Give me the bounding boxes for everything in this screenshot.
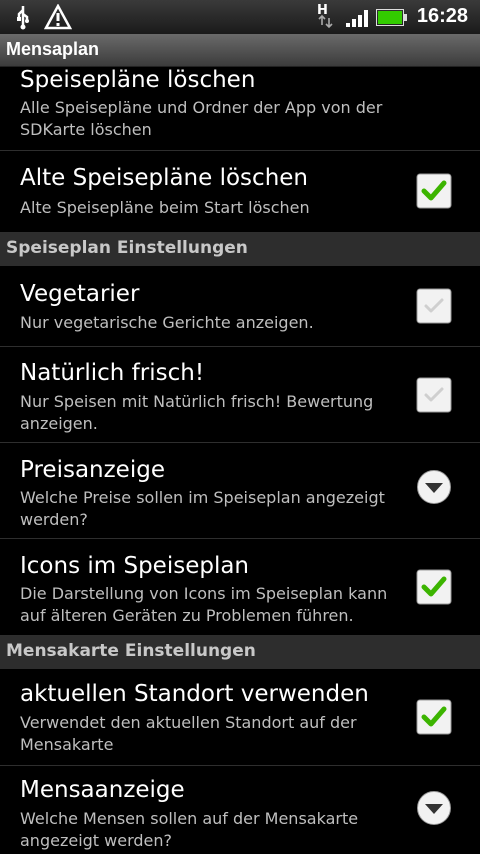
pref-title: Vegetarier (20, 281, 140, 307)
status-bar: H 16:28 (0, 0, 480, 34)
pref-title: Alte Speisepläne löschen (20, 165, 308, 191)
pref-title: Natürlich frisch! (20, 360, 205, 386)
pref-item-icons[interactable]: Icons im Speiseplan Die Darstellung von … (0, 539, 480, 636)
warning-icon (44, 4, 72, 30)
clock: 16:28 (416, 5, 468, 27)
section-header-label: Mensakarte Einstellungen (6, 641, 256, 661)
pref-item-vegetarian[interactable]: Vegetarier Nur vegetarische Gerichte anz… (0, 266, 480, 347)
checkbox-checked-icon[interactable] (416, 569, 452, 605)
pref-item-delete-plans[interactable]: Speisepläne löschen Alle Speisepläne und… (0, 67, 480, 151)
pref-item-use-location[interactable]: aktuellen Standort verwenden Verwendet d… (0, 669, 480, 766)
app-title: Mensaplan (6, 39, 100, 59)
checkbox-unchecked-icon[interactable] (416, 288, 452, 324)
pref-item-delete-old-plans[interactable]: Alte Speisepläne löschen Alte Speiseplän… (0, 151, 480, 233)
pref-summary: Verwendet den aktuellen Standort auf der… (20, 713, 357, 754)
pref-summary: Nur vegetarische Gerichte anzeigen. (20, 313, 314, 332)
checkbox-checked-icon[interactable] (416, 699, 452, 735)
title-bar: Mensaplan (0, 34, 480, 67)
pref-title: Icons im Speiseplan (20, 553, 250, 579)
network-h-icon: H (317, 3, 333, 29)
pref-summary: Welche Mensen sollen auf der Mensakarte … (20, 809, 359, 850)
preferences-list[interactable]: Speisepläne löschen Alle Speisepläne und… (0, 67, 480, 854)
pref-summary: Die Darstellung von Icons im Speiseplan … (20, 584, 388, 625)
signal-icon (346, 10, 368, 27)
pref-summary: Welche Preise sollen im Speiseplan angez… (20, 488, 385, 529)
pref-title: Mensaanzeige (20, 777, 185, 803)
pref-item-natural-fresh[interactable]: Natürlich frisch! Nur Speisen mit Natürl… (0, 347, 480, 443)
chevron-down-icon[interactable] (416, 469, 452, 505)
checkbox-unchecked-icon[interactable] (416, 377, 452, 413)
battery-icon (376, 9, 407, 26)
section-header-mensakarte: Mensakarte Einstellungen (0, 636, 480, 669)
pref-item-price-display[interactable]: Preisanzeige Welche Preise sollen im Spe… (0, 443, 480, 539)
checkbox-checked-icon[interactable] (416, 173, 452, 209)
chevron-down-icon[interactable] (416, 790, 452, 826)
pref-summary: Alte Speisepläne beim Start löschen (20, 198, 310, 217)
pref-item-mensa-display[interactable]: Mensaanzeige Welche Mensen sollen auf de… (0, 766, 480, 854)
section-header-label: Speiseplan Einstellungen (6, 238, 248, 258)
pref-summary: Alle Speisepläne und Ordner der App von … (20, 98, 383, 139)
section-header-speiseplan: Speiseplan Einstellungen (0, 233, 480, 266)
pref-title: aktuellen Standort verwenden (20, 681, 369, 707)
pref-title: Preisanzeige (20, 457, 165, 483)
pref-title: Speisepläne löschen (20, 67, 256, 93)
pref-summary: Nur Speisen mit Natürlich frisch! Bewert… (20, 392, 374, 433)
usb-icon (17, 6, 29, 30)
